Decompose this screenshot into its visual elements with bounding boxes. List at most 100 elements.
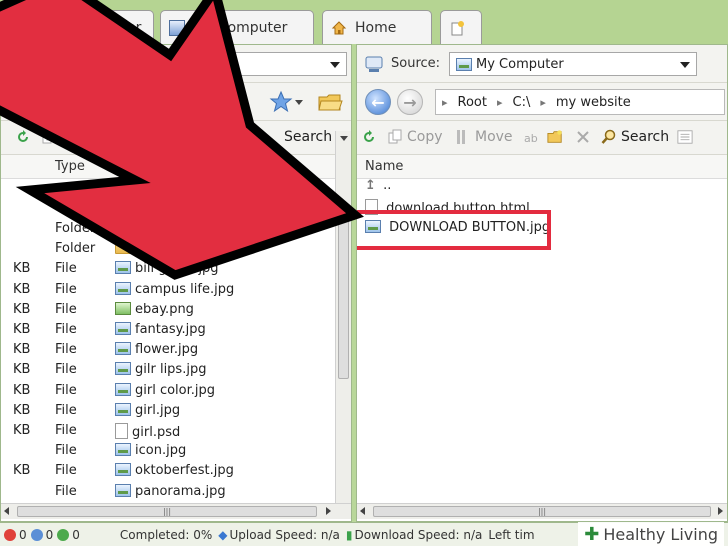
image-icon	[115, 261, 131, 275]
file-name: girl color.jpg	[135, 382, 216, 398]
right-source-dropdown[interactable]: My Computer	[449, 52, 697, 76]
download-icon: ▮	[345, 527, 353, 542]
file-type: File	[55, 322, 77, 337]
file-row[interactable]: campus life.jpg	[115, 281, 235, 302]
copy-label: Copy	[407, 129, 443, 145]
chevron-down-icon	[680, 62, 690, 68]
file-type: File	[55, 443, 77, 459]
scroll-right-arrow[interactable]	[326, 507, 331, 515]
breadcrumb-drive[interactable]: C:\	[503, 95, 541, 110]
error-count: 0	[19, 527, 27, 542]
file-row[interactable]: iphone	[115, 221, 179, 241]
refresh-button[interactable]	[15, 129, 35, 145]
parent-folder-row[interactable]: ↥ ..	[365, 178, 391, 198]
left-nav-dropdown[interactable]	[295, 100, 303, 105]
scroll-up-arrow[interactable]	[340, 136, 348, 141]
left-horizontal-scrollbar[interactable]: |||	[1, 503, 351, 519]
search-label: Search	[284, 129, 333, 145]
view-options-button[interactable]	[677, 129, 697, 145]
scroll-left-arrow[interactable]	[4, 507, 9, 515]
scrollbar-thumb[interactable]	[338, 209, 349, 379]
left-source-bar: My Computer	[1, 45, 351, 83]
copy-button[interactable]: Copy	[41, 129, 97, 145]
source-label: Source:	[391, 56, 441, 71]
png-icon	[115, 301, 131, 315]
search-button[interactable]: Search	[284, 129, 332, 145]
file-row[interactable]: ebay.png	[115, 301, 194, 322]
file-name: bill gates.jpg	[135, 261, 219, 277]
file-row[interactable]: oktoberfest.jpg	[115, 463, 234, 483]
column-header-name[interactable]: Name	[365, 159, 403, 174]
scrollbar-thumb[interactable]: |||	[17, 506, 317, 517]
delete-button[interactable]	[575, 129, 595, 145]
computer-icon	[169, 19, 185, 36]
refresh-button[interactable]	[361, 129, 381, 145]
left-source-dropdown[interactable]: My Computer	[91, 52, 347, 76]
move-icon	[457, 130, 465, 144]
document-icon	[115, 423, 128, 439]
new-tab-icon	[451, 20, 464, 35]
new-folder-icon	[547, 130, 562, 143]
scrollbar-thumb[interactable]: |||	[373, 506, 711, 517]
left-vertical-scrollbar[interactable]	[335, 131, 351, 505]
info-count: 0	[45, 527, 54, 542]
breadcrumb-folder[interactable]: my website	[546, 95, 641, 110]
move-button[interactable]: Move	[455, 129, 513, 145]
image-icon	[115, 322, 131, 335]
tab-label: Home	[355, 19, 397, 36]
image-icon	[115, 402, 131, 416]
back-button[interactable]: ←	[365, 89, 391, 115]
rename-icon: ab	[524, 132, 538, 145]
tab-home[interactable]: Home	[322, 10, 432, 44]
file-row[interactable]: bill gates.jpg	[115, 261, 219, 281]
file-name: gilr lips.jpg	[135, 362, 207, 378]
column-header-type[interactable]: Type	[55, 159, 85, 174]
file-row[interactable]: girl.psd	[115, 423, 180, 443]
tab-my-computer-right[interactable]: My Computer	[160, 10, 314, 44]
search-label: Search	[621, 129, 670, 145]
success-icon	[57, 528, 70, 541]
right-horizontal-scrollbar[interactable]: |||	[357, 503, 727, 519]
file-row[interactable]: iphonw	[115, 241, 182, 261]
folder-icon	[115, 241, 131, 255]
file-row[interactable]: fantasy.jpg	[115, 322, 206, 342]
search-icon	[601, 129, 616, 144]
open-folder-icon[interactable]	[317, 92, 343, 112]
rename-button[interactable]: ab	[523, 129, 543, 145]
image-icon	[115, 362, 131, 376]
file-row[interactable]: gilr lips.jpg	[115, 362, 206, 382]
file-name: panorama.jpg	[135, 483, 226, 499]
file-row[interactable]: girl color.jpg	[115, 382, 216, 403]
file-row[interactable]: panorama.jpg	[115, 483, 226, 504]
chevron-down-icon	[330, 62, 340, 68]
back-button[interactable]: ←	[17, 89, 43, 115]
forward-button[interactable]: →	[397, 89, 423, 115]
favorites-star-icon[interactable]	[269, 90, 293, 114]
left-toolbar: Copy Search	[1, 121, 351, 155]
file-row[interactable]: icon.jpg	[115, 443, 186, 463]
file-row[interactable]: flower.jpg	[115, 342, 198, 362]
new-tab-button[interactable]	[440, 10, 482, 44]
file-size: KB	[13, 261, 31, 277]
scroll-left-arrow[interactable]	[360, 507, 365, 515]
tab-my-computer-left[interactable]: My Computer	[14, 10, 154, 44]
copy-button[interactable]: Copy	[387, 129, 443, 145]
file-type: File	[55, 463, 77, 479]
right-file-pane: Source: My Computer ← → ▸ Root ▸ C:\ ▸ m…	[356, 44, 728, 522]
new-folder-button[interactable]	[547, 129, 567, 145]
file-name: flower.jpg	[135, 342, 199, 358]
success-count: 0	[72, 527, 80, 542]
file-size: KB	[13, 301, 31, 317]
file-name: campus life.jpg	[135, 281, 235, 297]
file-row[interactable]: girl.jpg	[115, 402, 180, 423]
file-type: File	[55, 281, 77, 297]
search-button[interactable]: Search	[601, 129, 669, 145]
upload-icon: ◆	[218, 527, 228, 542]
file-size: KB	[13, 281, 31, 297]
file-name: oktoberfest.jpg	[135, 463, 234, 479]
brand-watermark: ✚ Healthy Living	[578, 522, 724, 546]
file-name: ..	[383, 178, 392, 193]
breadcrumb-root[interactable]: Root	[448, 95, 497, 110]
computer-icon	[23, 19, 39, 36]
scroll-right-arrow[interactable]	[718, 507, 723, 515]
